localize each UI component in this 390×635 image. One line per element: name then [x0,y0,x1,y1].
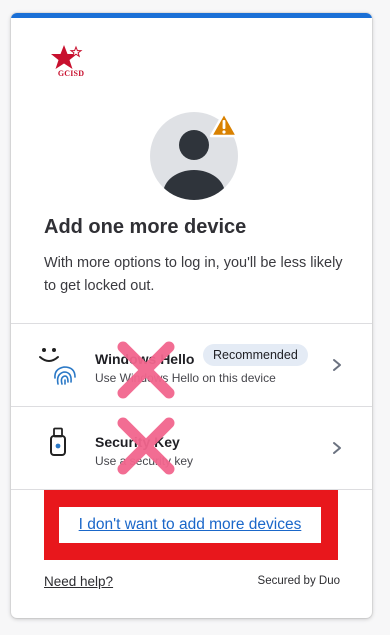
chevron-right-icon [333,359,341,371]
usb-security-key-icon [50,427,66,456]
windows-hello-option[interactable]: Windows Hello Recommended Use Windows He… [11,324,372,406]
warning-icon [209,111,239,138]
x-mark-icon [117,341,175,399]
x-mark-icon [117,417,175,475]
recommended-badge: Recommended [203,344,308,366]
enrollment-card: GCISD Add one more device With more opti… [11,13,372,618]
page-subtitle: With more options to log in, you'll be l… [44,255,343,294]
skip-add-devices-link[interactable]: I don't want to add more devices [79,516,302,534]
page-title: Add one more device [44,216,247,238]
secured-by-duo: Secured by Duo [257,575,340,587]
logo-text: GCISD [57,69,85,78]
skip-link-container: I don't want to add more devices [59,507,321,543]
security-key-option[interactable]: Security Key Use a security key [11,407,372,489]
need-help-link[interactable]: Need help? [44,574,113,589]
chevron-right-icon [333,442,341,454]
accent-bar [11,13,372,18]
windows-hello-fingerprint-icon [39,348,76,385]
